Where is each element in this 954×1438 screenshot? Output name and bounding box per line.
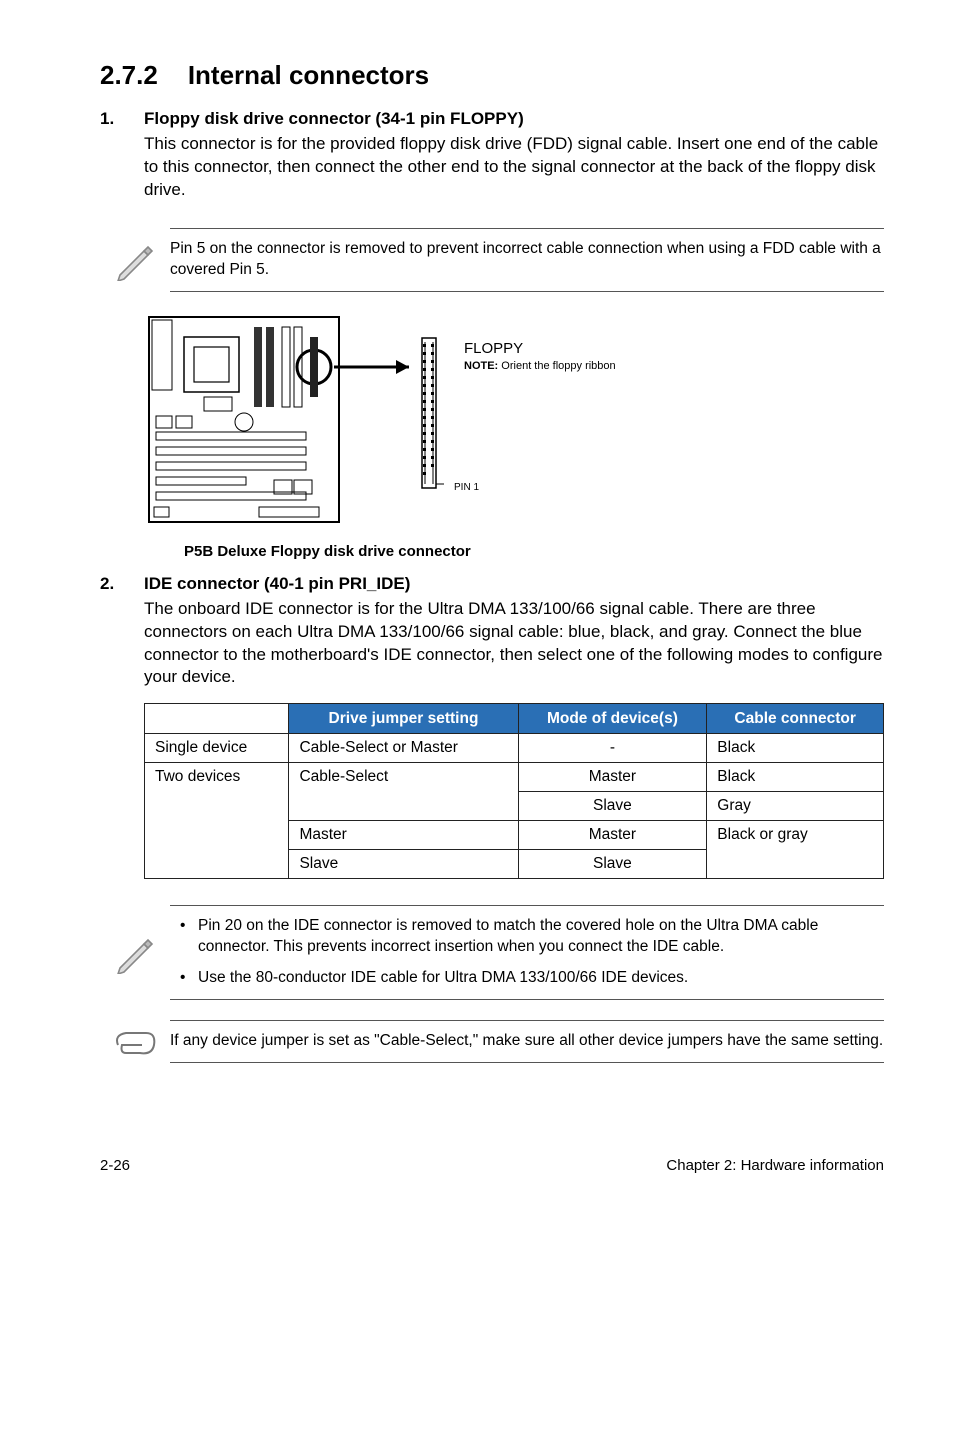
cell: Slave bbox=[518, 792, 707, 821]
item-2-number: 2. bbox=[100, 574, 144, 594]
cell: Single device bbox=[145, 734, 289, 763]
pin-1-label: PIN 1 bbox=[454, 482, 479, 493]
footer-page: 2-26 bbox=[100, 1157, 130, 1174]
cell: Black or gray bbox=[707, 821, 884, 879]
paperclip-icon bbox=[100, 1025, 170, 1059]
floppy-label: FLOPPY bbox=[464, 340, 523, 357]
note-block-3: If any device jumper is set as "Cable-Se… bbox=[100, 1020, 884, 1063]
pencil-icon bbox=[100, 239, 170, 281]
cell: Cable-Select bbox=[289, 763, 518, 821]
cell: Master bbox=[518, 763, 707, 792]
item-1-number: 1. bbox=[100, 109, 144, 129]
floppy-note: NOTE: Orient the floppy ribbon bbox=[464, 360, 616, 373]
section-title: Internal connectors bbox=[188, 60, 429, 90]
th-cable: Cable connector bbox=[707, 704, 884, 734]
item-2-body: The onboard IDE connector is for the Ult… bbox=[144, 598, 884, 690]
note-1-text: Pin 5 on the connector is removed to pre… bbox=[170, 228, 884, 292]
footer-chapter: Chapter 2: Hardware information bbox=[666, 1157, 884, 1174]
cell: Black bbox=[707, 763, 884, 792]
cell: Slave bbox=[289, 850, 518, 879]
cell: - bbox=[518, 734, 707, 763]
motherboard-diagram bbox=[144, 312, 444, 532]
diagram-area: FLOPPY NOTE: Orient the floppy ribbon PI… bbox=[144, 312, 884, 560]
floppy-note-text: Orient the floppy ribbon bbox=[501, 360, 615, 372]
table-row: Two devices Cable-Select Master Black bbox=[145, 763, 884, 792]
cell: Cable-Select or Master bbox=[289, 734, 518, 763]
th-jumper: Drive jumper setting bbox=[289, 704, 518, 734]
diagram-caption: P5B Deluxe Floppy disk drive connector bbox=[184, 543, 884, 560]
cell: Two devices bbox=[145, 763, 289, 879]
item-2-title: IDE connector (40-1 pin PRI_IDE) bbox=[144, 574, 410, 594]
cell: Master bbox=[518, 821, 707, 850]
item-1-body: This connector is for the provided flopp… bbox=[144, 133, 884, 202]
cell: Master bbox=[289, 821, 518, 850]
settings-table: Drive jumper setting Mode of device(s) C… bbox=[144, 703, 884, 879]
cell: Gray bbox=[707, 792, 884, 821]
section-heading: 2.7.2 Internal connectors bbox=[100, 60, 884, 91]
note-3-text: If any device jumper is set as "Cable-Se… bbox=[170, 1020, 884, 1063]
table-row: Single device Cable-Select or Master - B… bbox=[145, 734, 884, 763]
item-1-header: 1. Floppy disk drive connector (34-1 pin… bbox=[100, 109, 884, 129]
cell: Slave bbox=[518, 850, 707, 879]
cell: Black bbox=[707, 734, 884, 763]
note-2-item-2: Use the 80-conductor IDE cable for Ultra… bbox=[198, 968, 884, 989]
floppy-note-bold: NOTE: bbox=[464, 360, 498, 372]
pencil-icon bbox=[100, 932, 170, 974]
note-block-2: Pin 20 on the IDE connector is removed t… bbox=[100, 905, 884, 1000]
item-1-title: Floppy disk drive connector (34-1 pin FL… bbox=[144, 109, 524, 129]
item-2-header: 2. IDE connector (40-1 pin PRI_IDE) bbox=[100, 574, 884, 594]
page-footer: 2-26 Chapter 2: Hardware information bbox=[0, 1143, 954, 1200]
th-empty bbox=[145, 704, 289, 734]
section-number: 2.7.2 bbox=[100, 60, 158, 91]
note-2-item-1: Pin 20 on the IDE connector is removed t… bbox=[198, 916, 884, 958]
th-mode: Mode of device(s) bbox=[518, 704, 707, 734]
note-2-text: Pin 20 on the IDE connector is removed t… bbox=[170, 905, 884, 1000]
note-block-1: Pin 5 on the connector is removed to pre… bbox=[100, 228, 884, 292]
